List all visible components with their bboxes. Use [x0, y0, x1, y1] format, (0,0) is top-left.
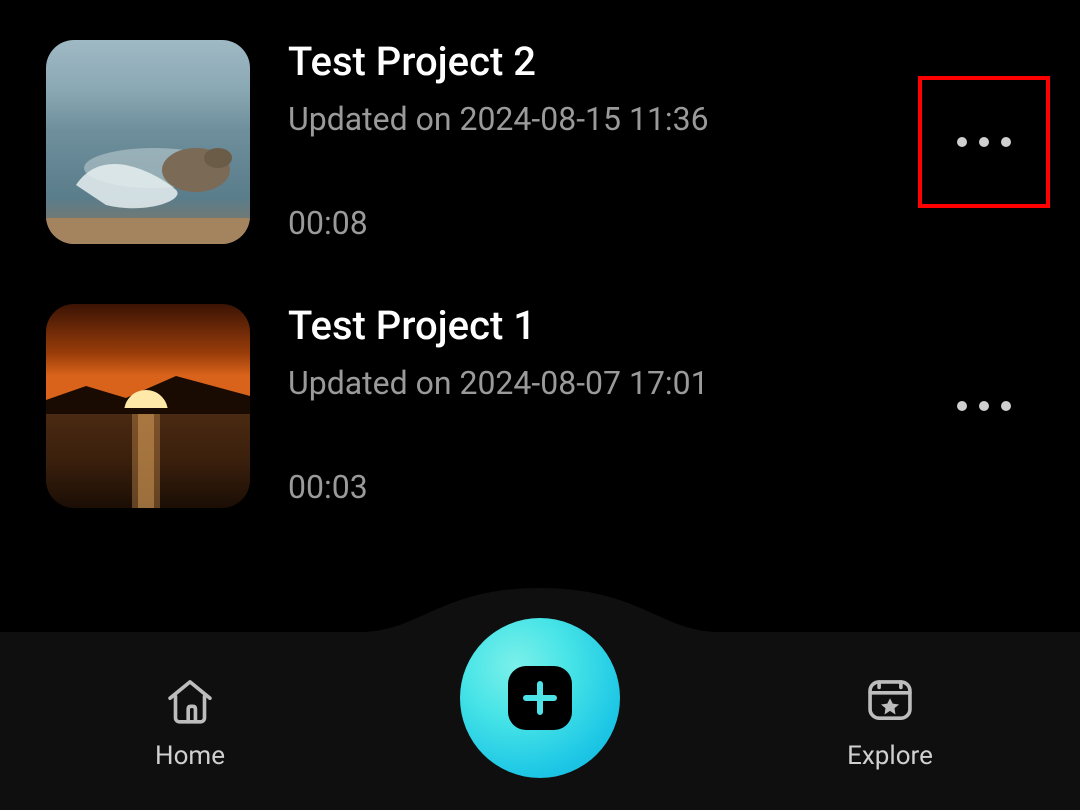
- project-row[interactable]: Test Project 1 Updated on 2024-08-07 17:…: [46, 304, 1034, 508]
- nav-explore[interactable]: Explore: [820, 671, 960, 771]
- app-screen: Test Project 2 Updated on 2024-08-15 11:…: [0, 0, 1080, 810]
- explore-icon: [861, 671, 919, 729]
- nav-home[interactable]: Home: [120, 671, 260, 771]
- fab-container: [460, 618, 620, 778]
- project-thumbnail: [46, 40, 250, 244]
- project-updated-at: Updated on 2024-08-15 11:36: [288, 100, 1034, 138]
- plus-icon: [508, 666, 572, 730]
- project-duration: 00:08: [288, 204, 1034, 242]
- project-duration: 00:03: [288, 468, 1034, 506]
- nav-home-label: Home: [155, 741, 225, 771]
- project-list: Test Project 2 Updated on 2024-08-15 11:…: [0, 0, 1080, 508]
- project-row[interactable]: Test Project 2 Updated on 2024-08-15 11:…: [46, 40, 1034, 244]
- project-info: Test Project 1 Updated on 2024-08-07 17:…: [288, 304, 1034, 508]
- more-icon: [957, 401, 1011, 411]
- project-more-button[interactable]: [934, 356, 1034, 456]
- project-more-button[interactable]: [934, 92, 1034, 192]
- project-title: Test Project 1: [288, 304, 1034, 348]
- home-icon: [161, 671, 219, 729]
- project-thumbnail: [46, 304, 250, 508]
- project-info: Test Project 2 Updated on 2024-08-15 11:…: [288, 40, 1034, 244]
- project-title: Test Project 2: [288, 40, 1034, 84]
- more-icon: [957, 137, 1011, 147]
- new-project-button[interactable]: [460, 618, 620, 778]
- nav-explore-label: Explore: [847, 741, 933, 771]
- project-updated-at: Updated on 2024-08-07 17:01: [288, 364, 1034, 402]
